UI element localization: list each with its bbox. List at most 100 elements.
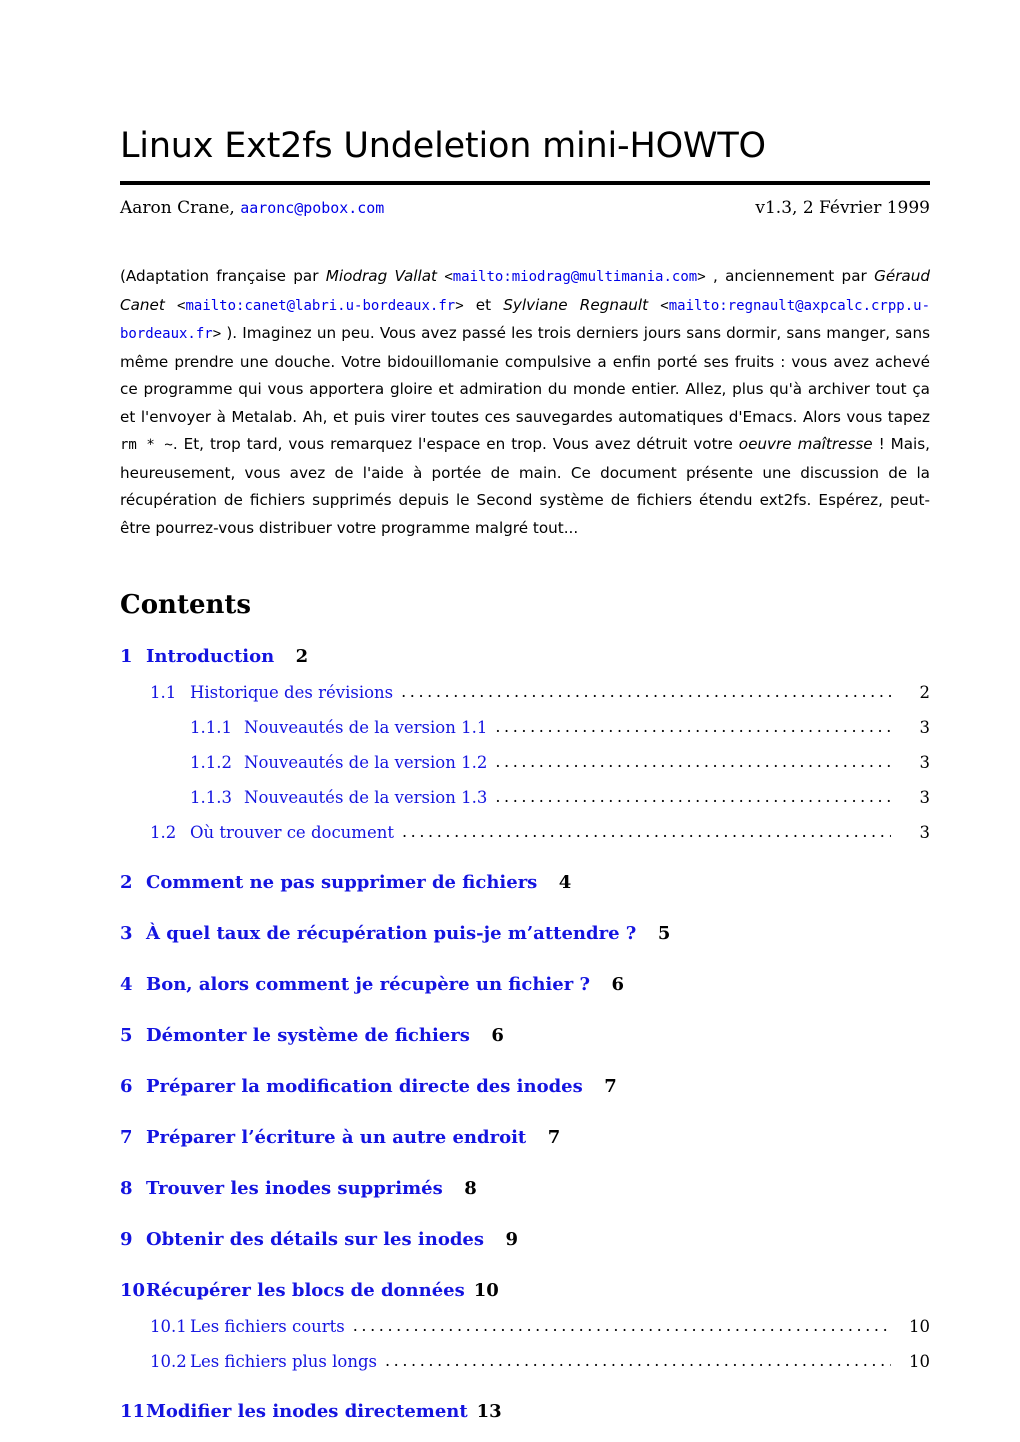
shell-command: rm * ~ [120, 437, 173, 453]
toc-entry-page-number: 3 [919, 788, 931, 807]
toc-entry-label: Préparer l’écriture à un autre endroit [146, 1127, 527, 1148]
toc-entry-page-number: 2 [919, 683, 931, 702]
toc-entry-page-number: 6 [611, 974, 625, 995]
mailto-link-2[interactable]: mailto:canet@labri.u-bordeaux.fr [185, 298, 455, 314]
toc-entry-level-1[interactable]: 4 Bon, alors comment je récupère un fichi… [120, 974, 930, 995]
angle-bracket-open-3: < [660, 297, 669, 314]
toc-entry-level-3[interactable]: 1.1.2 Nouveautés de la version 1.2.......… [120, 752, 930, 772]
translator-name-3: Sylviane Regnault [503, 295, 649, 314]
toc-entry-label: Démonter le système de fichiers [146, 1025, 470, 1046]
angle-bracket-close-2: > [455, 297, 464, 314]
toc-entry-level-1[interactable]: 2Comment ne pas supprimer de fichiers...… [120, 872, 930, 893]
toc-entry-page-number: 10 [909, 1352, 930, 1371]
toc-entry-page-number: 3 [919, 823, 931, 842]
toc-entry-number: 6 [120, 1076, 133, 1097]
toc-entry-number: 1.1.1 [190, 718, 232, 737]
abstract-text-4: ). Imaginez un peu. Vous avez passé les … [120, 324, 930, 426]
toc-entry-page-number: 8 [464, 1178, 477, 1199]
toc-entry-number: 4 [120, 974, 133, 995]
toc-entry-level-3[interactable]: 1.1.1 Nouveautés de la version 1.1.......… [120, 717, 931, 737]
toc-entry-label: Comment ne pas supprimer de fichiers [146, 872, 538, 893]
toc-dot-leader: ........................................… [495, 787, 891, 806]
toc-entry-level-1[interactable]: 11Modifier les inodes directement.......… [120, 1401, 930, 1422]
page-title: Linux Ext2fs Undeletion mini-HOWTO [120, 126, 766, 166]
toc-entry-page-number: 6 [491, 1025, 504, 1046]
toc-entry-page-number: 3 [919, 718, 931, 737]
toc-entry-page-number: 4 [558, 872, 572, 893]
angle-bracket-close-1: > [697, 269, 706, 285]
toc-entry-page-number: 10 [473, 1280, 499, 1301]
toc-entry-number: 10.2 [150, 1352, 187, 1371]
toc-entry-level-1[interactable]: 5Démonter le système de fichiers........… [120, 1025, 930, 1046]
toc-dot-leader: ........................................… [385, 1351, 891, 1370]
toc-entry-level-1[interactable]: 1Introduction...........................… [120, 646, 930, 667]
toc-dot-leader: ........................................… [495, 752, 891, 771]
author-line: Aaron Crane, aaronc@pobox.com [120, 197, 384, 219]
toc-entry-level-1[interactable]: 9Obtenir des détails sur les inodes.....… [120, 1229, 930, 1250]
toc-entry-number: 10 [120, 1280, 146, 1301]
toc-entry-level-1[interactable]: 3 À quel taux de récupération puis-je m’a… [120, 923, 930, 944]
toc-entry-number: 1.1 [150, 683, 177, 702]
toc-entry-label: Historique des révisions [190, 683, 394, 702]
toc-entry-page-number: 2 [295, 646, 309, 667]
toc-entry-number: 5 [120, 1025, 133, 1046]
toc-entry-level-3[interactable]: 1.1.3 Nouveautés de la version 1.3.......… [120, 787, 931, 807]
angle-bracket-close-3: > [212, 326, 222, 342]
toc-entry-number: 3 [120, 923, 133, 944]
toc-entry-number: 8 [120, 1178, 133, 1199]
version-date: v1.3, 2 Février 1999 [755, 198, 930, 218]
document-page: Linux Ext2fs Undeletion mini-HOWTO Aaron… [0, 0, 1020, 1442]
angle-bracket-open-1: < [444, 269, 453, 285]
toc-entry-number: 11 [120, 1401, 146, 1422]
toc-entry-level-1[interactable]: 6 Préparer la modification directe des in… [120, 1076, 930, 1097]
toc-entry-label: Nouveautés de la version 1.1 [244, 718, 488, 737]
toc-entry-level-2[interactable]: 10.1 Les fichiers courts.................… [120, 1316, 930, 1336]
toc-entry-label: À quel taux de récupération puis-je m’at… [146, 923, 637, 944]
toc-entry-label: Bon, alors comment je récupère un fichie… [146, 974, 591, 995]
author-email-link[interactable]: aaronc@pobox.com [240, 199, 384, 217]
toc-entry-label: Préparer la modification directe des ino… [146, 1076, 583, 1097]
abstract-text-2: , anciennement par [705, 267, 875, 285]
title-divider [120, 181, 930, 185]
abstract-text-3: et [463, 295, 504, 314]
page-content: Linux Ext2fs Undeletion mini-HOWTO Aaron… [120, 0, 930, 1422]
toc-entry-level-1[interactable]: 8Trouver les inodes supprimés...........… [120, 1178, 930, 1199]
toc-entry-number: 7 [120, 1127, 133, 1148]
toc-dot-leader: ........................................… [352, 1316, 891, 1335]
toc-entry-page-number: 13 [476, 1401, 502, 1422]
toc-entry-number: 1.1.3 [190, 788, 232, 807]
toc-entry-page-number: 7 [547, 1127, 561, 1148]
mailto-link-1[interactable]: mailto:miodrag@multimania.com [453, 269, 697, 285]
toc-entry-page-number: 7 [604, 1076, 617, 1097]
toc-entry-level-1[interactable]: 7Préparer l’écriture à un autre endroit.… [120, 1127, 930, 1148]
toc-entry-level-2[interactable]: 10.2 Les fichiers plus longs.............… [120, 1351, 930, 1371]
translator-name-1: Miodrag Vallat [325, 267, 437, 285]
toc-entry-page-number: 5 [657, 923, 671, 944]
toc-entry-label: Les fichiers plus longs [190, 1352, 377, 1371]
toc-dot-leader: ........................................… [495, 717, 891, 736]
contents-heading: Contents [120, 590, 252, 620]
toc-dot-leader: ........................................… [401, 682, 891, 701]
toc-entry-page-number: 9 [505, 1229, 519, 1250]
toc-entry-number: 1 [120, 646, 133, 667]
toc-entry-label: Modifier les inodes directement [146, 1401, 468, 1422]
author-name: Aaron Crane, [120, 198, 241, 218]
toc-entry-number: 1.1.2 [190, 753, 232, 772]
toc-entry-label: Obtenir des détails sur les inodes [146, 1229, 485, 1250]
toc-entry-level-2[interactable]: 1.1 Historique des révisions.............… [120, 682, 931, 702]
toc-entry-level-1[interactable]: 10Récupérer les blocs de données........… [120, 1280, 930, 1301]
abstract-text-5: . Et, trop tard, vous remarquez l'espace… [172, 435, 739, 453]
toc-entry-number: 9 [120, 1229, 133, 1250]
toc-entry-label: Nouveautés de la version 1.3 [244, 788, 488, 807]
abstract-text-1: (Adaptation française par [120, 267, 326, 285]
toc-entry-number: 1.2 [150, 823, 177, 842]
abstract-paragraph: (Adaptation française par Miodrag Vallat… [120, 263, 930, 542]
toc-entry-number: 2 [120, 872, 133, 893]
toc-entry-label: Nouveautés de la version 1.2 [244, 753, 488, 772]
toc-entry-level-2[interactable]: 1.2 Où trouver ce document...............… [120, 822, 931, 842]
table-of-contents: 1 Introduction...........................… [120, 646, 930, 1422]
toc-entry-label: Où trouver ce document [190, 823, 394, 842]
toc-entry-label: Introduction [146, 646, 275, 667]
emphasized-phrase: oeuvre maîtresse [738, 435, 873, 453]
toc-entry-label: Récupérer les blocs de données [146, 1280, 465, 1301]
